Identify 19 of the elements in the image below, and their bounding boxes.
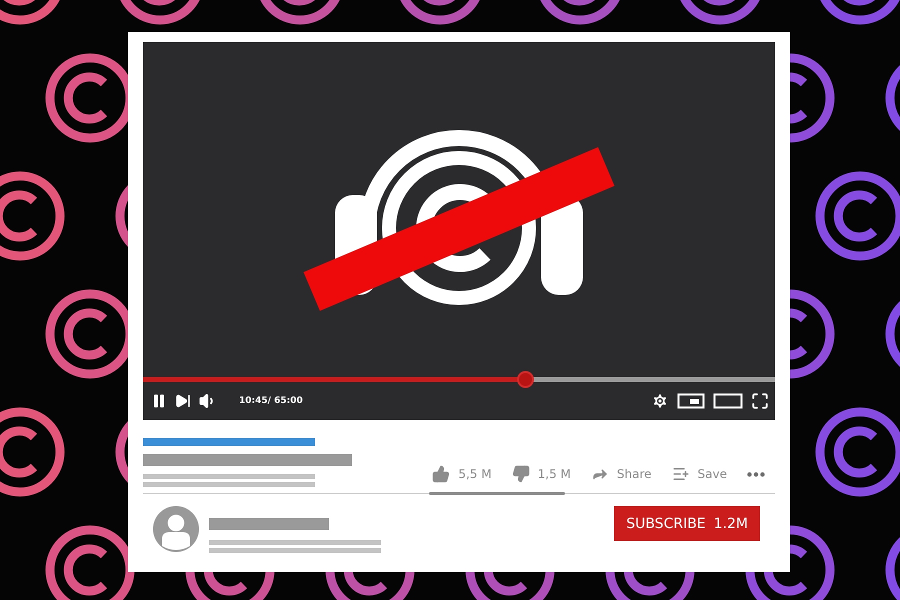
thumbs-down-icon bbox=[512, 465, 530, 483]
next-icon[interactable] bbox=[175, 393, 191, 409]
more-icon bbox=[747, 472, 765, 476]
avatar-silhouette-icon bbox=[153, 506, 199, 552]
like-button[interactable]: 5,5 M bbox=[432, 465, 492, 483]
time-display: 10:45/ 65:00 bbox=[239, 396, 303, 406]
share-button[interactable]: Share bbox=[590, 465, 652, 483]
more-button[interactable] bbox=[747, 472, 765, 476]
thumbs-up-icon bbox=[432, 465, 450, 483]
fullscreen-icon[interactable] bbox=[751, 392, 769, 410]
settings-icon[interactable] bbox=[651, 392, 669, 410]
playlist-add-icon bbox=[672, 465, 690, 483]
subscribe-button[interactable]: SUBSCRIBE 1.2M bbox=[614, 506, 760, 541]
pause-icon[interactable] bbox=[151, 393, 167, 409]
miniplayer-icon[interactable] bbox=[677, 393, 705, 409]
progress-handle[interactable] bbox=[517, 371, 534, 388]
save-button[interactable]: Save bbox=[672, 465, 727, 483]
dislike-button[interactable]: 1,5 M bbox=[512, 465, 571, 483]
theater-mode-icon[interactable] bbox=[713, 393, 743, 409]
